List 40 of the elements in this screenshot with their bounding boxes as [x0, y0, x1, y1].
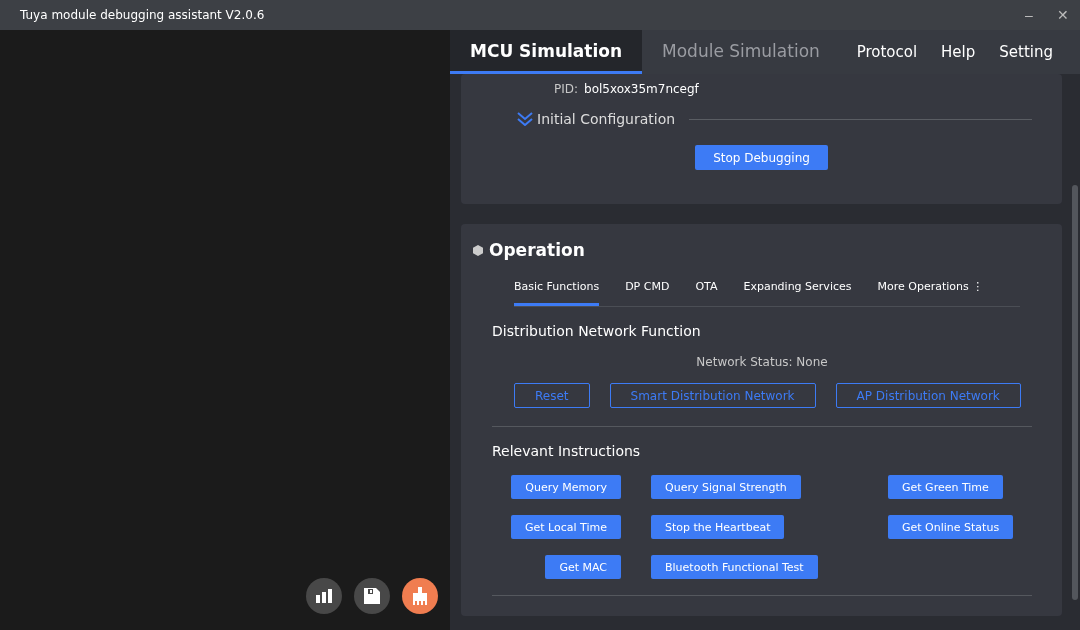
- tab[interactable]: DP CMD: [625, 272, 670, 306]
- pid-value: bol5xox35m7ncegf: [584, 82, 699, 96]
- network-status: Network Status: None: [695, 355, 829, 369]
- menu-item[interactable]: Help: [941, 43, 976, 61]
- tab[interactable]: More Operations ⋮: [877, 272, 984, 306]
- section-heading: Distribution Network Function: [492, 323, 702, 339]
- minimize-button[interactable]: –: [1012, 6, 1046, 24]
- command-button[interactable]: Get Local Time: [510, 515, 621, 539]
- outline-button[interactable]: AP Distribution Network: [835, 383, 1021, 408]
- command-button[interactable]: Get MAC: [545, 555, 621, 579]
- command-button[interactable]: Query Signal Strength: [651, 475, 801, 499]
- save-button[interactable]: [354, 578, 390, 614]
- window-title: Tuya module debugging assistant V2.0.6: [20, 8, 266, 22]
- close-button[interactable]: ✕: [1046, 6, 1080, 24]
- section-heading[interactable]: Initial Configuration: [537, 111, 676, 127]
- section-title: Operation: [489, 240, 585, 260]
- command-button[interactable]: Query Memory: [511, 475, 621, 499]
- menu-item[interactable]: Setting: [999, 43, 1053, 61]
- tab[interactable]: Basic Functions: [514, 272, 600, 306]
- chart-button[interactable]: [306, 578, 342, 614]
- pid-label: PID:: [554, 82, 579, 96]
- save-icon: [364, 588, 380, 604]
- command-button[interactable]: Get Online Status: [888, 515, 1014, 539]
- command-button[interactable]: Stop the Heartbeat: [651, 515, 785, 539]
- outline-button[interactable]: Reset: [514, 383, 590, 408]
- menu-item[interactable]: Protocol: [856, 43, 918, 61]
- stop-debugging-button[interactable]: Stop Debugging: [695, 145, 828, 170]
- clean-button[interactable]: [402, 578, 438, 614]
- tab[interactable]: MCU Simulation: [450, 30, 643, 74]
- command-button[interactable]: Get Green Time: [888, 475, 1003, 499]
- broom-icon: [411, 587, 429, 605]
- tab[interactable]: Module Simulation: [642, 30, 840, 74]
- hexagon-icon: [473, 244, 483, 256]
- section-heading: Relevant Instructions: [492, 443, 642, 459]
- command-button[interactable]: Bluetooth Functional Test: [651, 555, 818, 579]
- outline-button[interactable]: Smart Distribution Network: [609, 383, 816, 408]
- tab[interactable]: Expanding Services: [743, 272, 852, 306]
- bar-chart-icon: [316, 589, 332, 603]
- double-chevron-down-icon[interactable]: [517, 112, 533, 126]
- tab[interactable]: OTA: [695, 272, 718, 306]
